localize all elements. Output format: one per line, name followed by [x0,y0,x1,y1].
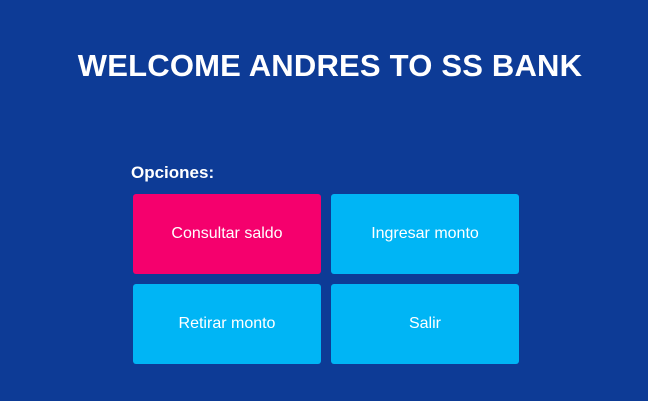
page-title: WELCOME ANDRES TO SS BANK [77,48,583,83]
options-label: Opciones: [131,163,215,182]
check-balance-button[interactable]: Consultar saldo [133,194,321,274]
exit-button[interactable]: Salir [331,284,519,364]
options-menu: Consultar saldo Ingresar monto Retirar m… [133,194,519,364]
withdraw-amount-button[interactable]: Retirar monto [133,284,321,364]
deposit-amount-button[interactable]: Ingresar monto [331,194,519,274]
